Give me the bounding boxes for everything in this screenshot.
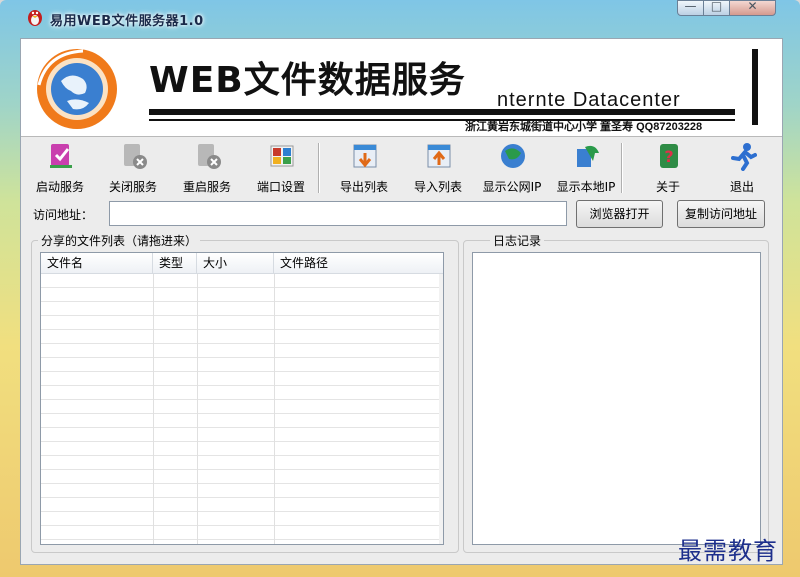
import-list-icon [427,144,451,168]
local-ip-icon [577,145,599,167]
maximize-icon: □ [710,0,723,13]
toolbar-button-label: 显示本地IP [556,180,616,194]
toolbar-separator [621,143,623,193]
column-divider [153,274,154,544]
toolbar-button-label: 端口设置 [256,180,305,194]
toolbar-button-local-ip[interactable]: 显示本地IP [551,139,621,197]
minimize-button[interactable]: — [677,0,704,16]
toolbar-button-public-ip[interactable]: 显示公网IP [477,139,547,197]
window-title: 易用WEB文件服务器1.0 [50,14,204,29]
toolbar-button-label: 重启服务 [182,180,231,194]
banner: WEB文件数据服务 nternte Datacenter 浙江黄岩东城街道中心小… [21,39,782,137]
shared-files-list[interactable]: 文件名 类型 大小 文件路径 [40,252,444,545]
address-label: 访问地址： [33,208,94,222]
toolbar-button-stop-service[interactable]: 关闭服务 [98,139,168,197]
address-input[interactable] [109,201,567,226]
close-icon: ✕ [747,0,758,13]
public-ip-icon [501,144,525,168]
toolbar-button-about[interactable]: ? 关于 [633,139,703,197]
toolbar-button-label: 显示公网IP [482,180,542,194]
toolbar-button-exit[interactable]: 退出 [707,139,777,197]
toolbar-button-label: 关闭服务 [108,180,157,194]
column-type[interactable]: 类型 [153,253,197,273]
exit-icon [731,143,757,171]
restart-service-icon [198,144,221,169]
toolbar-button-label: 关于 [655,180,680,194]
list-scroll-edge [439,274,443,544]
maximize-button[interactable]: □ [703,0,730,16]
list-header: 文件名 类型 大小 文件路径 [41,253,443,274]
watermark: 最需教育 [678,537,778,565]
banner-divider [149,109,735,115]
open-in-browser-button[interactable]: 浏览器打开 [576,200,663,228]
copy-address-button[interactable]: 复制访问地址 [677,200,765,228]
port-settings-icon [270,145,294,167]
toolbar-button-label: 导出列表 [339,180,388,194]
toolbar-button-label: 导入列表 [413,180,462,194]
toolbar-button-restart-service[interactable]: 重启服务 [172,139,242,197]
banner-vertical-bar [752,49,758,125]
banner-credit: 浙江黄岩东城街道中心小学 童圣寿 QQ87203228 [465,121,703,133]
toolbar-button-import-list[interactable]: 导入列表 [403,139,473,197]
title-bar[interactable]: 易用WEB文件服务器1.0 — □ ✕ [0,0,800,34]
log-title: 日志记录 [490,232,545,249]
app-penguin-icon [28,10,42,26]
toolbar-button-label: 退出 [729,180,754,194]
toolbar-button-label: 启动服务 [35,180,84,194]
log-textbox[interactable] [472,252,761,545]
column-divider [274,274,275,544]
client-area: WEB文件数据服务 nternte Datacenter 浙江黄岩东城街道中心小… [20,38,783,565]
close-button[interactable]: ✕ [729,0,776,16]
toolbar-button-export-list[interactable]: 导出列表 [329,139,399,197]
toolbar-button-port-settings[interactable]: 端口设置 [246,139,316,197]
banner-title: WEB文件数据服务 [149,60,466,101]
globe-logo-icon [37,49,117,129]
list-rows [41,274,443,544]
toolbar-button-start-service[interactable]: 启动服务 [25,139,95,197]
svg-text:?: ? [664,147,673,166]
stop-service-icon [124,144,147,169]
column-divider [197,274,198,544]
column-filename[interactable]: 文件名 [41,253,153,273]
toolbar: 启动服务 关闭服务 重启服务 端口设置 导出列表 导入列表 显示公网IP 显示本地IP? 关于 退… [21,139,782,199]
window-frame: 易用WEB文件服务器1.0 — □ ✕ WEB文件数据服务 nternte Da… [0,0,800,577]
column-filepath[interactable]: 文件路径 [274,253,443,273]
minimize-icon: — [684,0,697,13]
start-service-icon [50,144,72,168]
toolbar-separator [318,143,320,193]
shared-files-title: 分享的文件列表（请拖进来） [38,232,201,249]
shared-files-group: 分享的文件列表（请拖进来） 文件名 类型 大小 文件路径 [31,232,459,553]
about-icon: ? [660,144,678,168]
banner-bottom-line [21,136,782,137]
export-list-icon [353,144,377,168]
column-size[interactable]: 大小 [197,253,274,273]
log-group: 日志记录 [463,232,769,553]
